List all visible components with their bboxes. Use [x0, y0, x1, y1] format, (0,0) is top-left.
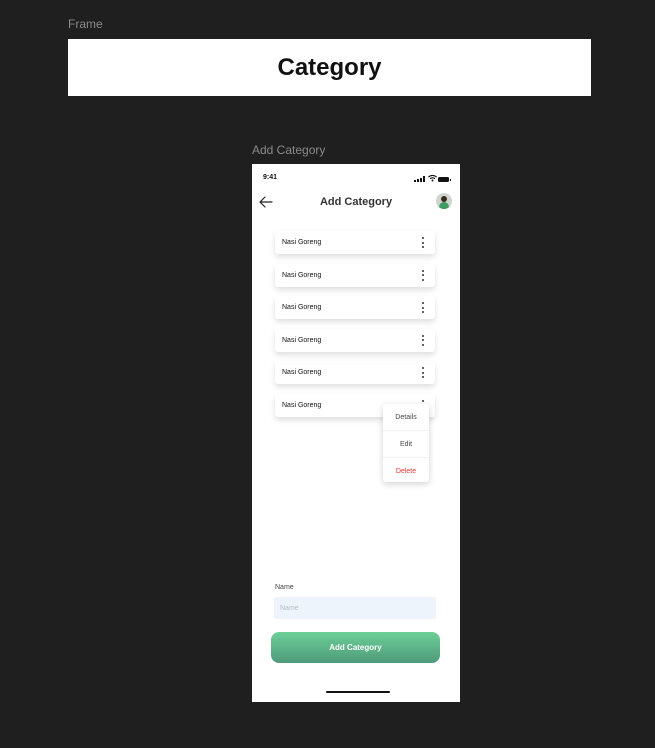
status-bar: 9:41 — [252, 164, 460, 190]
avatar-body — [439, 202, 449, 209]
name-label: Name — [275, 584, 294, 591]
list-item[interactable]: Nasi Goreng — [275, 263, 435, 287]
list-item[interactable]: Nasi Goreng — [275, 361, 435, 385]
name-input[interactable] — [274, 597, 436, 619]
home-indicator — [326, 691, 390, 693]
category-name: Nasi Goreng — [282, 369, 322, 377]
add-category-button[interactable]: Add Category — [271, 632, 440, 663]
app-header: Add Category — [252, 192, 460, 214]
frame-label: Frame — [68, 17, 103, 31]
category-name: Nasi Goreng — [282, 401, 322, 409]
status-time: 9:41 — [263, 174, 278, 181]
frame-banner: Category — [68, 39, 591, 96]
list-item[interactable]: Nasi Goreng — [275, 328, 435, 352]
category-name: Nasi Goreng — [282, 336, 322, 344]
frame-title: Category — [277, 53, 382, 81]
phone-screen: 9:41 Add Category Nasi Goreng Nasi Goren… — [252, 164, 460, 702]
avatar[interactable] — [436, 193, 452, 209]
more-vertical-icon[interactable] — [421, 334, 425, 346]
category-name: Nasi Goreng — [282, 239, 322, 246]
wifi-icon — [428, 174, 437, 182]
page-title: Add Category — [319, 196, 393, 208]
more-vertical-icon[interactable] — [421, 367, 425, 379]
screen-label: Add Category — [252, 143, 326, 157]
more-vertical-icon[interactable] — [421, 302, 425, 314]
more-vertical-icon[interactable] — [421, 237, 425, 248]
category-name: Nasi Goreng — [282, 271, 322, 279]
more-vertical-icon[interactable] — [421, 269, 425, 281]
context-menu: Details Edit Delete — [383, 404, 429, 482]
menu-item-details[interactable]: Details — [383, 404, 429, 431]
list-item[interactable]: Nasi Goreng — [275, 231, 435, 254]
category-list: Nasi Goreng Nasi Goreng Nasi Goreng Nasi… — [275, 231, 435, 427]
battery-icon — [438, 177, 451, 182]
signal-icon — [414, 176, 426, 182]
category-name: Nasi Goreng — [282, 304, 322, 312]
menu-item-edit[interactable]: Edit — [383, 431, 429, 458]
menu-item-delete[interactable]: Delete — [383, 458, 429, 484]
list-item[interactable]: Nasi Goreng — [275, 296, 435, 320]
